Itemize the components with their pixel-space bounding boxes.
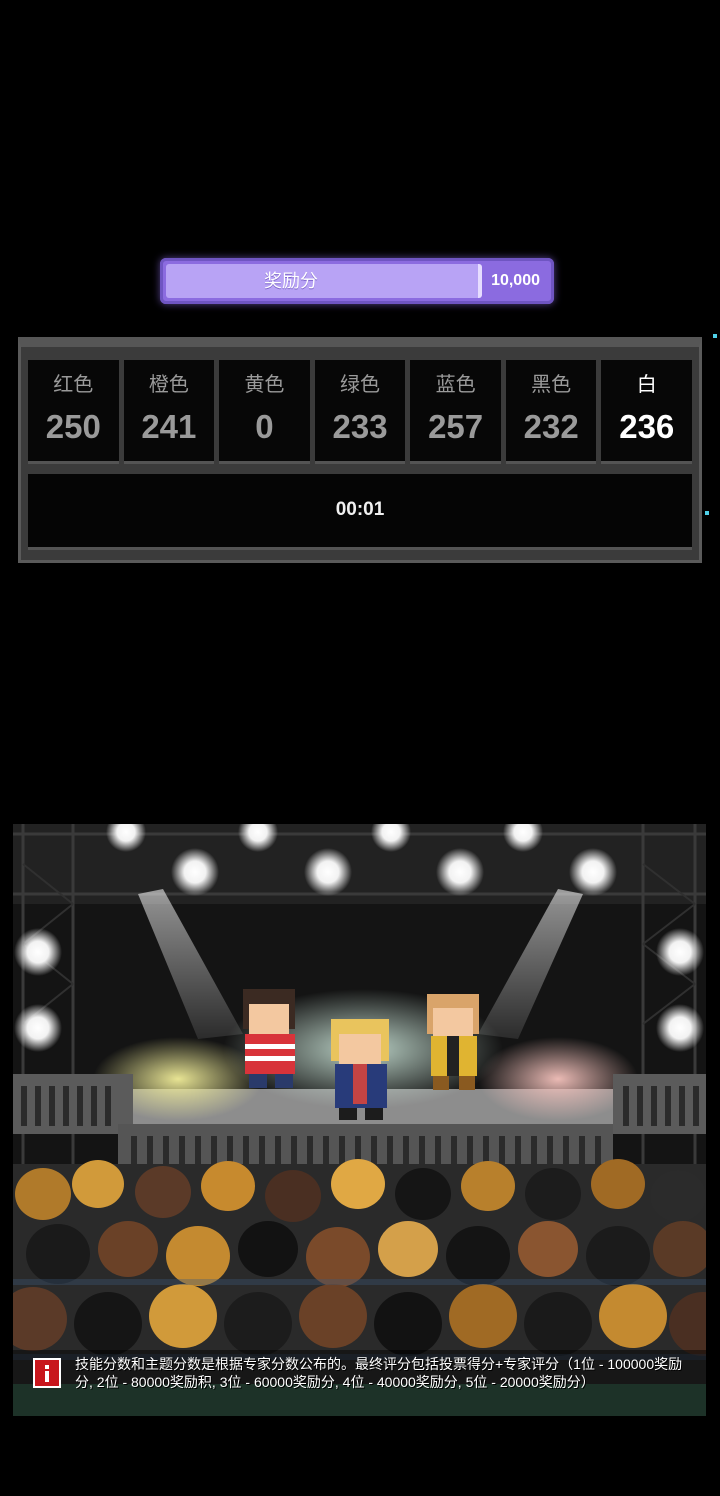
reward-value: 10,000 <box>491 272 540 289</box>
team-name: 红色 <box>53 374 94 396</box>
alert-icon <box>33 1358 61 1388</box>
reward-label: 奖励分 <box>264 271 318 291</box>
sparkle-decoration <box>713 334 717 338</box>
team-score: 232 <box>523 408 579 445</box>
team-name: 绿色 <box>340 374 381 396</box>
team-name: 橙色 <box>148 374 189 396</box>
team-name: 黑色 <box>531 374 572 396</box>
sparkle-decoration <box>705 511 709 515</box>
team-score: 257 <box>428 408 484 445</box>
team-name: 黄色 <box>244 374 285 396</box>
team-black: 黑色 232 <box>505 360 597 464</box>
team-name: 蓝色 <box>435 374 476 396</box>
reward-progress-bar: 奖励分 10,000 <box>160 258 554 304</box>
notice-text: 技能分数和主题分数是根据专家分数公布的。最终评分包括投票得分+专家评分（1位 -… <box>75 1356 683 1390</box>
team-orange: 橙色 241 <box>123 360 215 464</box>
team-scores: 红色 250 橙色 241 黄色 0 绿色 233 蓝色 257 黑色 232 … <box>28 360 693 464</box>
team-blue: 蓝色 257 <box>410 360 501 464</box>
countdown-timer: 00:01 <box>28 474 692 550</box>
team-score: 241 <box>141 408 197 445</box>
team-score: 233 <box>332 408 388 445</box>
team-red: 红色 250 <box>28 360 119 464</box>
team-green: 绿色 233 <box>314 360 406 464</box>
scoreboard: 红色 250 橙色 241 黄色 0 绿色 233 蓝色 257 黑色 232 … <box>18 337 702 563</box>
team-score: 250 <box>45 408 101 445</box>
team-yellow: 黄色 0 <box>219 360 310 464</box>
team-score: 236 <box>619 408 675 445</box>
notice-banner: 技能分数和主题分数是根据专家分数公布的。最终评分包括投票得分+专家评分（1位 -… <box>13 1350 706 1416</box>
team-white: 白 236 <box>601 360 693 464</box>
concert-stage-scene <box>13 824 706 1416</box>
team-score: 0 <box>255 408 274 445</box>
stage-illustration <box>13 824 706 1416</box>
team-name: 白 <box>636 374 657 396</box>
